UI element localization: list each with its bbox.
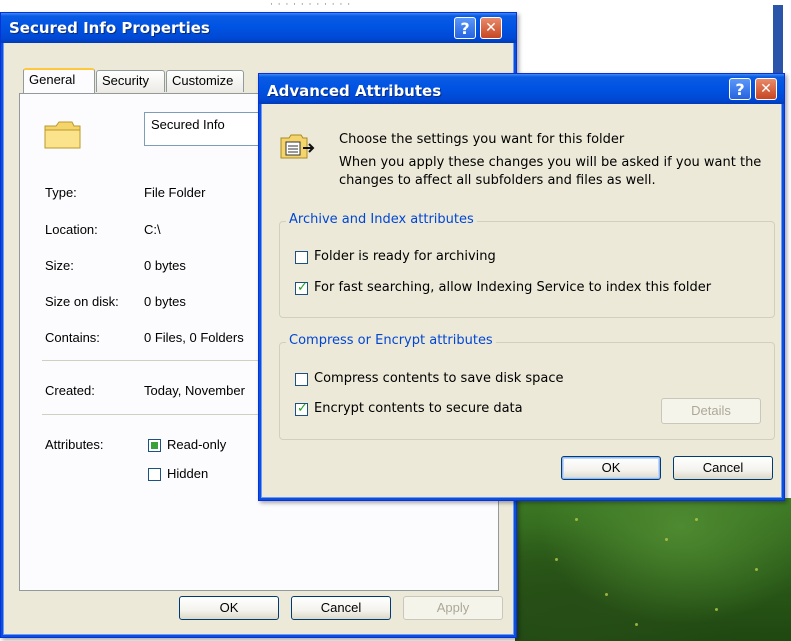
cancel-button[interactable]: Cancel: [291, 596, 391, 620]
divider: [42, 414, 272, 415]
advanced-attributes-dialog: Advanced Attributes ? ✕ Choose the setti…: [258, 73, 785, 501]
compress-label[interactable]: Compress contents to save disk space: [314, 371, 564, 386]
tab-customize[interactable]: Customize: [166, 70, 244, 92]
size-value: 0 bytes: [144, 258, 186, 273]
tab-general[interactable]: General: [23, 68, 95, 93]
properties-title: Secured Info Properties: [9, 19, 210, 37]
folder-name-input[interactable]: Secured Info: [144, 112, 274, 146]
divider: [42, 360, 272, 361]
contains-value: 0 Files, 0 Folders: [144, 330, 244, 345]
encrypt-checkbox[interactable]: ✓: [295, 401, 308, 416]
compress-encrypt-group: Compress or Encrypt attributes: [279, 333, 775, 440]
readonly-checkbox[interactable]: [148, 439, 161, 452]
attributes-label: Attributes:: [45, 437, 104, 452]
cancel-button[interactable]: Cancel: [673, 456, 773, 480]
size-on-disk-value: 0 bytes: [144, 294, 186, 309]
hidden-label[interactable]: Hidden: [167, 466, 208, 481]
archive-index-group: Archive and Index attributes: [279, 212, 775, 318]
tab-security[interactable]: Security: [96, 70, 165, 92]
size-on-disk-label: Size on disk:: [45, 294, 119, 309]
checkmark-icon: ✓: [297, 401, 308, 416]
checkmark-icon: ✓: [297, 280, 308, 295]
index-label[interactable]: For fast searching, allow Indexing Servi…: [314, 280, 711, 295]
archive-label[interactable]: Folder is ready for archiving: [314, 249, 496, 264]
close-button[interactable]: ✕: [480, 17, 502, 39]
properties-titlebar[interactable]: Secured Info Properties ? ✕: [1, 13, 516, 43]
created-value: Today, November: [144, 383, 245, 398]
ok-button[interactable]: OK: [561, 456, 661, 480]
index-checkbox[interactable]: ✓: [295, 280, 308, 295]
details-button[interactable]: Details: [661, 398, 761, 424]
group-title: Archive and Index attributes: [286, 212, 477, 227]
encrypt-label[interactable]: Encrypt contents to secure data: [314, 401, 523, 416]
note-line-2: changes to affect all subfolders and fil…: [339, 173, 656, 188]
intro-text: Choose the settings you want for this fo…: [339, 132, 625, 147]
note-line-1: When you apply these changes you will be…: [339, 155, 762, 170]
readonly-label[interactable]: Read-only: [167, 437, 226, 452]
location-value: C:\: [144, 222, 161, 237]
type-value: File Folder: [144, 185, 206, 200]
help-button[interactable]: ?: [729, 78, 751, 100]
apply-button[interactable]: Apply: [403, 596, 503, 620]
contains-label: Contains:: [45, 330, 100, 345]
close-button[interactable]: ✕: [755, 78, 777, 100]
folder-icon: [44, 121, 81, 149]
help-button[interactable]: ?: [454, 17, 476, 39]
advanced-titlebar[interactable]: Advanced Attributes ? ✕: [259, 74, 784, 104]
type-label: Type:: [45, 185, 77, 200]
group-title: Compress or Encrypt attributes: [286, 333, 496, 348]
desktop-wallpaper: [515, 498, 791, 641]
archive-checkbox[interactable]: [295, 251, 308, 264]
hidden-checkbox[interactable]: [148, 468, 161, 481]
advanced-title: Advanced Attributes: [267, 82, 442, 100]
attributes-icon: [280, 134, 315, 159]
background-text: · · · · · · · · · · ·: [270, 0, 352, 10]
created-label: Created:: [45, 383, 95, 398]
ok-button[interactable]: OK: [179, 596, 279, 620]
location-label: Location:: [45, 222, 98, 237]
size-label: Size:: [45, 258, 74, 273]
compress-checkbox[interactable]: [295, 373, 308, 386]
